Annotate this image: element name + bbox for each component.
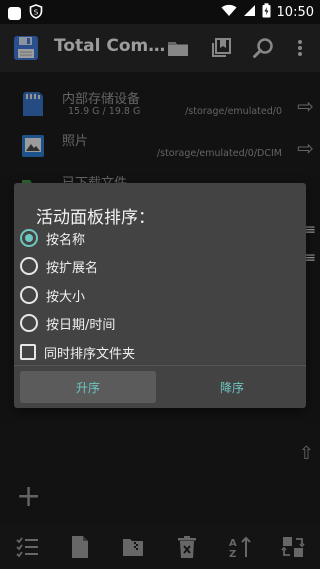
shield-s-icon: S: [29, 4, 43, 23]
option-label: 按扩展名: [46, 260, 99, 276]
option-label: 同时排序文件夹: [44, 346, 136, 362]
notification-square-icon: [8, 7, 21, 20]
svg-text:S: S: [34, 9, 39, 17]
radio-button[interactable]: [20, 314, 38, 332]
wifi-icon: [221, 4, 237, 21]
sort-by-size-option[interactable]: 按大小: [20, 283, 85, 307]
scroll-mark-icon: ≡: [304, 250, 316, 266]
signal-icon: [243, 4, 256, 21]
battery-charging-icon: [262, 3, 271, 22]
radio-button[interactable]: [20, 257, 38, 275]
option-label: 按名称: [46, 232, 86, 248]
sort-by-date-option[interactable]: 按日期/时间: [20, 311, 115, 335]
sort-folders-checkbox-option[interactable]: 同时排序文件夹: [20, 340, 135, 364]
radio-button[interactable]: [20, 229, 38, 247]
scroll-mark-icon: ≡: [304, 222, 316, 238]
status-time: 10:50: [276, 5, 314, 20]
sort-by-name-option[interactable]: 按名称: [20, 226, 85, 250]
sort-dialog: 活动面板排序： 按名称 按扩展名 按大小 按日期/时间 同时排序文件夹 升序 降…: [14, 183, 306, 408]
sort-by-extension-option[interactable]: 按扩展名: [20, 254, 98, 278]
option-label: 按大小: [46, 289, 86, 305]
status-bar: S 10:50: [0, 0, 320, 24]
ascending-button[interactable]: 升序: [20, 371, 156, 403]
checkbox[interactable]: [20, 344, 36, 360]
dialog-title: 活动面板排序：: [36, 208, 155, 228]
radio-button[interactable]: [20, 286, 38, 304]
dialog-divider: [14, 365, 306, 366]
option-label: 按日期/时间: [46, 317, 116, 333]
descending-button[interactable]: 降序: [164, 371, 300, 403]
